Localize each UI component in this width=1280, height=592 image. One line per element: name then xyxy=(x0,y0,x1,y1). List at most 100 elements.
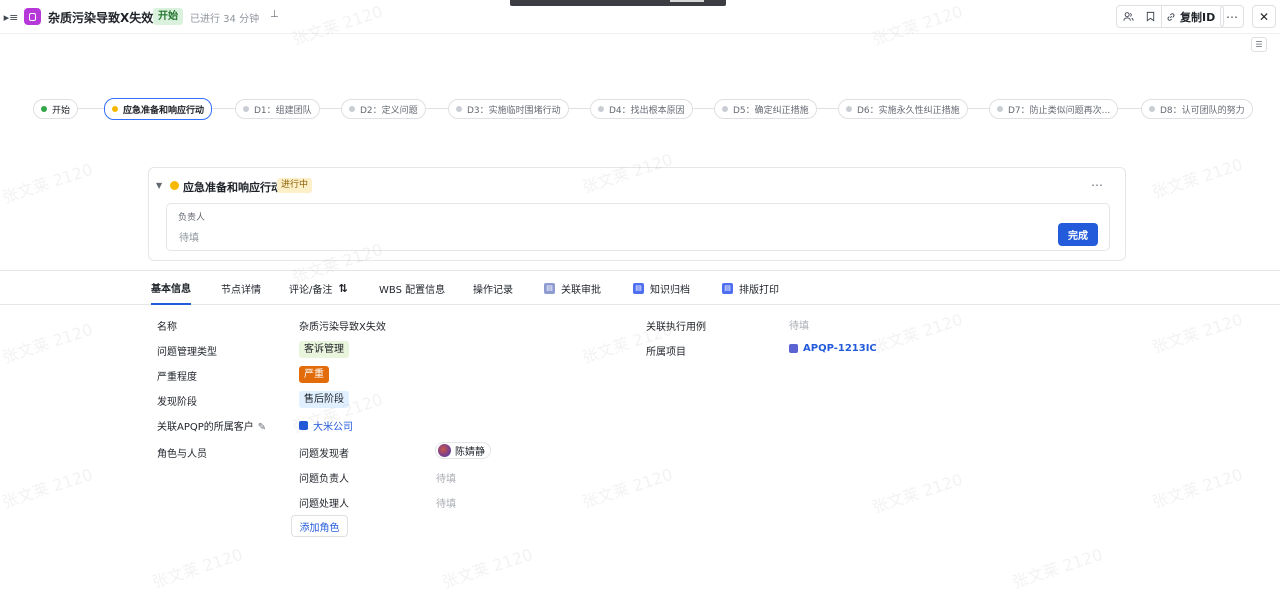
pin-icon[interactable]: ⊥ xyxy=(270,9,279,20)
print-icon: ▤ xyxy=(722,282,733,294)
tab-label: 节点详情 xyxy=(221,284,261,296)
avatar xyxy=(438,444,451,457)
stage-d5[interactable]: D5：确定纠正措施 xyxy=(714,99,817,119)
stage-status-badge: 进行中 xyxy=(277,178,313,193)
page-title: 杂质污染导致X失效 xyxy=(48,11,154,25)
customer-name: 大米公司 xyxy=(313,422,353,433)
view-settings-icon[interactable]: ☰ xyxy=(1251,37,1267,52)
test-case-value[interactable]: 待填 xyxy=(789,317,809,332)
customer-label-text: 关联APQP的所属客户 xyxy=(157,422,254,433)
type-tag[interactable]: 客诉管理 xyxy=(299,341,349,358)
project-value[interactable]: APQP-1213IC xyxy=(789,343,877,354)
owner-field-label: 负责人 xyxy=(178,213,206,223)
sort-icon[interactable]: ⇅ xyxy=(338,282,347,295)
stage-label: 应急准备和响应行动 xyxy=(123,105,205,116)
complete-button[interactable]: 完成 xyxy=(1058,223,1098,246)
tab-label: 关联审批 xyxy=(561,284,601,296)
stage-card-title: 应急准备和响应行动 xyxy=(183,181,282,194)
tab-label: 知识归档 xyxy=(650,284,690,296)
stage-label: D5：确定纠正措施 xyxy=(733,105,809,116)
tab-label: WBS 配置信息 xyxy=(379,284,446,296)
tab-knowledge-archive[interactable]: ▤ 知识归档 xyxy=(633,271,690,305)
person-chip[interactable]: 陈婧静 xyxy=(435,442,491,459)
project-icon xyxy=(789,344,798,353)
stage-status-dot xyxy=(41,106,47,112)
stage-label: D6：实施永久性纠正措施 xyxy=(857,105,960,116)
stage-status-dot xyxy=(598,106,604,112)
stage-d3[interactable]: D3：实施临时围堵行动 xyxy=(448,99,569,119)
approval-icon: ▤ xyxy=(544,282,555,294)
name-value[interactable]: 杂质污染导致X失效 xyxy=(299,318,386,333)
stage-status-dot xyxy=(112,106,118,112)
watermark: 张文莱 2120 xyxy=(0,319,95,367)
stage-label: D4：找出根本原因 xyxy=(609,105,685,116)
watermark: 张文莱 2120 xyxy=(579,464,675,512)
role-name: 问题发现者 xyxy=(299,449,349,460)
stage-status-dot xyxy=(243,106,249,112)
watermark: 张文莱 2120 xyxy=(1009,544,1105,592)
owner-field-value: 待填 xyxy=(179,233,199,244)
window-handle[interactable] xyxy=(510,0,726,6)
watermark: 张文莱 2120 xyxy=(869,309,965,357)
owner-field[interactable]: 负责人 待填 完成 xyxy=(166,203,1110,251)
stage-label: 开始 xyxy=(52,105,71,116)
tab-label: 排版打印 xyxy=(739,284,779,296)
expand-sidebar-icon[interactable]: ▸≡ xyxy=(4,10,19,24)
members-icon[interactable] xyxy=(1117,6,1139,27)
app-icon xyxy=(24,8,41,25)
tab-node-details[interactable]: 节点详情 xyxy=(221,271,261,305)
stage-status-dot xyxy=(456,106,462,112)
tab-linked-approval[interactable]: ▤ 关联审批 xyxy=(544,271,601,305)
severity-label: 严重程度 xyxy=(157,372,197,383)
type-label: 问题管理类型 xyxy=(157,347,217,358)
stage-d2[interactable]: D2：定义问题 xyxy=(341,99,426,119)
severity-tag[interactable]: 严重 xyxy=(299,366,329,383)
watermark: 张文莱 2120 xyxy=(1149,464,1245,512)
stage-status-dot xyxy=(170,181,179,190)
stage-d4[interactable]: D4：找出根本原因 xyxy=(590,99,693,119)
stage-status-dot xyxy=(846,106,852,112)
watermark: 张文莱 2120 xyxy=(0,159,95,207)
role-person-value[interactable]: 待填 xyxy=(436,495,456,510)
stage-card: ▼ 应急准备和响应行动 进行中 ⋯ 负责人 待填 完成 xyxy=(148,167,1126,261)
role-name: 问题负责人 xyxy=(299,474,349,485)
close-icon[interactable]: ✕ xyxy=(1252,5,1276,28)
phase-tag[interactable]: 售后阶段 xyxy=(299,391,349,408)
more-icon[interactable]: ⋯ xyxy=(1220,5,1244,28)
edit-icon[interactable]: ✎ xyxy=(258,422,266,433)
stage-start[interactable]: 开始 xyxy=(33,99,79,119)
customer-value[interactable]: 大米公司 xyxy=(299,418,353,433)
role-person-value[interactable]: 待填 xyxy=(436,470,456,485)
watermark: 张文莱 2120 xyxy=(439,544,535,592)
stage-label: D7：防止类似问题再次... xyxy=(1008,105,1111,116)
tab-comments[interactable]: 评论/备注 ⇅ xyxy=(289,271,348,305)
stage-emergency-response[interactable]: 应急准备和响应行动 xyxy=(104,98,213,120)
person-name: 陈婧静 xyxy=(455,447,485,458)
stage-status-dot xyxy=(349,106,355,112)
add-role-button[interactable]: 添加角色 xyxy=(291,515,348,537)
stage-d8[interactable]: D8：认可团队的努力 xyxy=(1141,99,1253,119)
stage-d1[interactable]: D1：组建团队 xyxy=(235,99,320,119)
stage-pipeline: 开始 应急准备和响应行动 D1：组建团队 D2：定义问题 D3：实施临时围堵行动… xyxy=(0,96,1280,122)
stage-d7[interactable]: D7：防止类似问题再次... xyxy=(989,99,1119,119)
roles-label: 角色与人员 xyxy=(157,449,207,460)
archive-icon: ▤ xyxy=(633,282,644,294)
card-more-icon[interactable]: ⋯ xyxy=(1091,178,1104,192)
project-name: APQP-1213IC xyxy=(803,343,877,354)
copy-id-label: 复制ID xyxy=(1180,10,1216,24)
tab-print-layout[interactable]: ▤ 排版打印 xyxy=(722,271,779,305)
collapse-caret-icon[interactable]: ▼ xyxy=(156,181,162,190)
tab-wbs-config[interactable]: WBS 配置信息 xyxy=(379,271,445,305)
project-label: 所属项目 xyxy=(646,347,686,358)
stage-label: D3：实施临时围堵行动 xyxy=(467,105,561,116)
link-icon xyxy=(1167,12,1175,21)
tab-operation-log[interactable]: 操作记录 xyxy=(473,271,513,305)
tab-basic-info[interactable]: 基本信息 xyxy=(151,271,191,305)
tab-label: 评论/备注 xyxy=(289,284,333,296)
copy-id-button[interactable]: 复制ID xyxy=(1161,6,1223,27)
stage-d6[interactable]: D6：实施永久性纠正措施 xyxy=(838,99,968,119)
bookmark-icon[interactable] xyxy=(1139,6,1161,27)
customer-label: 关联APQP的所属客户 ✎ xyxy=(157,418,266,433)
watermark: 张文莱 2120 xyxy=(0,464,95,512)
stage-label: D1：组建团队 xyxy=(254,105,312,116)
